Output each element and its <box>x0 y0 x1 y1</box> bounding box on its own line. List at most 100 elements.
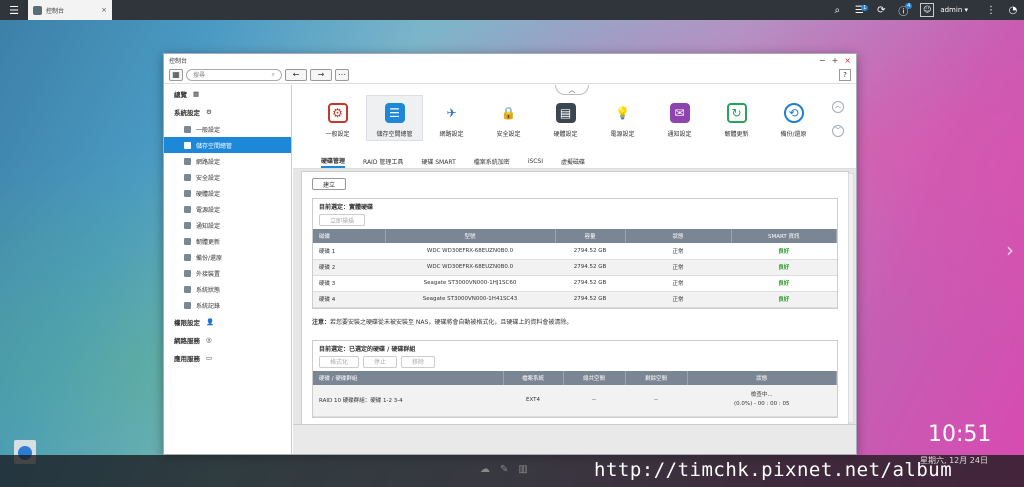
col-smart[interactable]: SMART 資訊 <box>731 229 837 243</box>
format-button[interactable]: 格式化 <box>319 355 360 368</box>
backup-icon <box>184 253 191 261</box>
close-tab-icon[interactable]: × <box>101 6 107 14</box>
network-icon <box>184 157 191 165</box>
disk-group-table: 硬碟 / 硬碟群組 檔案系統 總共空間 剩餘空間 狀態 RAID 10 硬碟群組… <box>313 370 837 417</box>
lock-icon: 🔒 <box>501 106 516 120</box>
sidebar-overview[interactable]: 總覽 ▦ <box>164 85 291 103</box>
scroll-up-icon[interactable]: ︿ <box>832 101 844 113</box>
search-icon[interactable]: ⌕ <box>826 5 848 16</box>
tab-bar: 硬碟管理 RAID 管理工具 硬碟 SMART 檔案系統加密 iSCSI 虛擬磁… <box>293 155 856 169</box>
back-arrow-icon[interactable]: ← <box>285 68 307 81</box>
sidebar-item-external[interactable]: 外接裝置 <box>164 265 291 281</box>
sidebar-item-general[interactable]: 一般設定 <box>164 121 291 137</box>
maximize-icon[interactable]: + <box>832 56 839 65</box>
table-row[interactable]: RAID 10 硬碟群組：硬碟 1-2 3-4 EXT4 -- -- 檢查中..… <box>313 384 837 417</box>
current-selection-2: 目前選定：已選定的硬碟 / 硬碟群組 <box>319 345 416 353</box>
sidebar-item-network[interactable]: 網路設定 <box>164 153 291 169</box>
sidebar-network-services[interactable]: 網路服務 ◎ <box>164 331 291 349</box>
grid-view-icon[interactable]: ⋯ <box>335 68 349 81</box>
sidebar-system-settings[interactable]: 系統設定 ⚙ <box>164 103 291 121</box>
bulb-icon: 💡 <box>615 106 630 120</box>
icon-hardware[interactable]: ▤ 硬體設定 <box>537 99 594 155</box>
col-group[interactable]: 硬碟 / 硬碟群組 <box>313 370 504 385</box>
sidebar-applications[interactable]: 應用服務 ▭ <box>164 349 291 367</box>
table-row[interactable]: 硬碟 2 WDC WD30EFRX-68EUZN0B0.0 2794.52 GB… <box>313 259 837 276</box>
tab-encryption[interactable]: 檔案系統加密 <box>474 157 510 166</box>
lock-icon <box>184 173 191 181</box>
icon-row: ︿ ⚙ 一般設定 ☰ 儲存空間總管 ✈ 網路設定 🔒 安全設定 ▤ 硬體設定 💡 電源設定 … <box>293 85 856 155</box>
col-free[interactable]: 剩餘空間 <box>625 370 688 385</box>
current-selection-1: 目前選定：實體硬碟 <box>319 204 374 211</box>
logs-icon <box>184 301 191 309</box>
sidebar-privilege[interactable]: 權限設定 👤 <box>164 313 291 331</box>
col-model[interactable]: 型號 <box>385 229 556 243</box>
tab-raid[interactable]: RAID 管理工具 <box>363 157 403 166</box>
sidebar-item-status[interactable]: 系統狀態 <box>164 281 291 297</box>
forward-arrow-icon[interactable]: → <box>310 68 332 81</box>
sync-icon[interactable]: ⟳ <box>870 5 892 16</box>
avatar[interactable]: ☺ <box>920 3 935 17</box>
info-icon[interactable]: ⓘ 4 <box>892 2 914 18</box>
external-device-icon <box>184 269 191 277</box>
search-input[interactable]: 搜尋 ⌕ <box>186 68 282 81</box>
table-row[interactable]: 硬碟 3 Seagate ST3000VN000-1HJ1SC60 2794.5… <box>313 275 837 292</box>
book-icon[interactable]: ▥ <box>518 464 527 475</box>
task-tab-control-panel[interactable]: 控制台 × <box>28 0 112 20</box>
icon-storage[interactable]: ☰ 儲存空間總管 <box>366 95 423 141</box>
gear-icon: ⚙ <box>206 108 212 116</box>
notification-icon: ✉ <box>669 103 690 123</box>
sidebar-item-hardware[interactable]: 硬體設定 <box>164 185 291 201</box>
scan-button[interactable]: 立即掃描 <box>319 214 366 226</box>
search-icon[interactable]: ⌕ <box>272 71 275 79</box>
stop-button[interactable]: 停止 <box>363 355 398 368</box>
col-status[interactable]: 狀態 <box>625 229 732 243</box>
tab-virtual-disk[interactable]: 虛擬磁碟 <box>561 157 585 166</box>
col-total[interactable]: 總共空間 <box>563 370 626 385</box>
col-capacity[interactable]: 容量 <box>555 229 626 243</box>
dashboard-icon[interactable]: ◔ <box>1002 5 1024 16</box>
cloud-icon[interactable]: ☁ <box>480 464 490 475</box>
table-row[interactable]: 硬碟 4 Seagate ST3000VN000-1H41SC43 2794.5… <box>313 291 837 308</box>
collapse-chevron-icon[interactable]: ︿ <box>555 85 589 95</box>
storage-manager-icon: ☰ <box>384 103 405 123</box>
create-button[interactable]: 建立 <box>312 178 347 190</box>
next-page-arrow-icon[interactable]: › <box>1006 238 1014 262</box>
top-bar: ☰ 控制台 × ⌕ ☰ 1 ⟳ ⓘ 4 ☺ admin ▾ ⋮ ◔ <box>0 0 1024 20</box>
icon-network[interactable]: ✈ 網路設定 <box>423 99 480 155</box>
col-group-status[interactable]: 狀態 <box>687 370 837 385</box>
control-panel-window: 控制台 − + × ▦ 搜尋 ⌕ ← → ⋯ ? 總覽 ▦ 系統設定 ⚙ 一般設定 … <box>163 53 857 455</box>
physical-disk-box: 目前選定：實體硬碟 立即掃描 磁碟 型號 容量 狀態 SMART 資訊 硬碟 1… <box>312 198 838 309</box>
tab-disk-management[interactable]: 硬碟管理 <box>321 156 346 168</box>
minimize-icon[interactable]: − <box>819 56 826 65</box>
table-row[interactable]: 硬碟 1 WDC WD30EFRX-68EUZN0B0.0 2794.52 GB… <box>313 243 837 260</box>
sidebar-item-security[interactable]: 安全設定 <box>164 169 291 185</box>
icon-power[interactable]: 💡 電源設定 <box>594 99 651 155</box>
tools-icon[interactable]: ✎ <box>500 464 508 475</box>
user-menu[interactable]: admin ▾ <box>940 6 968 14</box>
tab-iscsi[interactable]: iSCSI <box>528 158 543 165</box>
home-icon[interactable]: ▦ <box>169 68 183 81</box>
main-menu-icon[interactable]: ☰ <box>0 0 28 20</box>
icon-general[interactable]: ⚙ 一般設定 <box>309 99 366 155</box>
sidebar-item-backup[interactable]: 備份/還原 <box>164 249 291 265</box>
more-icon[interactable]: ⋮ <box>980 5 1002 16</box>
icon-firmware[interactable]: ↻ 韌體更新 <box>708 99 765 155</box>
sidebar-item-notification[interactable]: 通知設定 <box>164 217 291 233</box>
scroll-down-icon[interactable]: ﹀ <box>832 125 844 137</box>
icon-backup[interactable]: ⟲ 備份/還原 <box>765 99 822 155</box>
icon-security[interactable]: 🔒 安全設定 <box>480 99 537 155</box>
sidebar-item-firmware[interactable]: 韌體更新 <box>164 233 291 249</box>
sidebar-item-power[interactable]: 電源設定 <box>164 201 291 217</box>
col-disk[interactable]: 磁碟 <box>313 229 386 243</box>
close-icon[interactable]: × <box>844 56 851 65</box>
tab-smart[interactable]: 硬碟 SMART <box>421 157 455 166</box>
sidebar-item-logs[interactable]: 系統記錄 <box>164 297 291 313</box>
disk-panel: 建立 目前選定：實體硬碟 立即掃描 磁碟 型號 容量 狀態 SMART 資訊 硬… <box>301 171 849 425</box>
vertical-scrollbar[interactable] <box>848 173 854 423</box>
remove-button[interactable]: 移除 <box>401 355 436 368</box>
sidebar-item-storage[interactable]: 儲存空間總管 <box>164 137 291 153</box>
help-icon[interactable]: ? <box>839 68 851 81</box>
tasks-icon[interactable]: ☰ 1 <box>848 4 870 16</box>
icon-notification[interactable]: ✉ 通知設定 <box>651 99 708 155</box>
col-fs[interactable]: 檔案系統 <box>503 370 564 385</box>
